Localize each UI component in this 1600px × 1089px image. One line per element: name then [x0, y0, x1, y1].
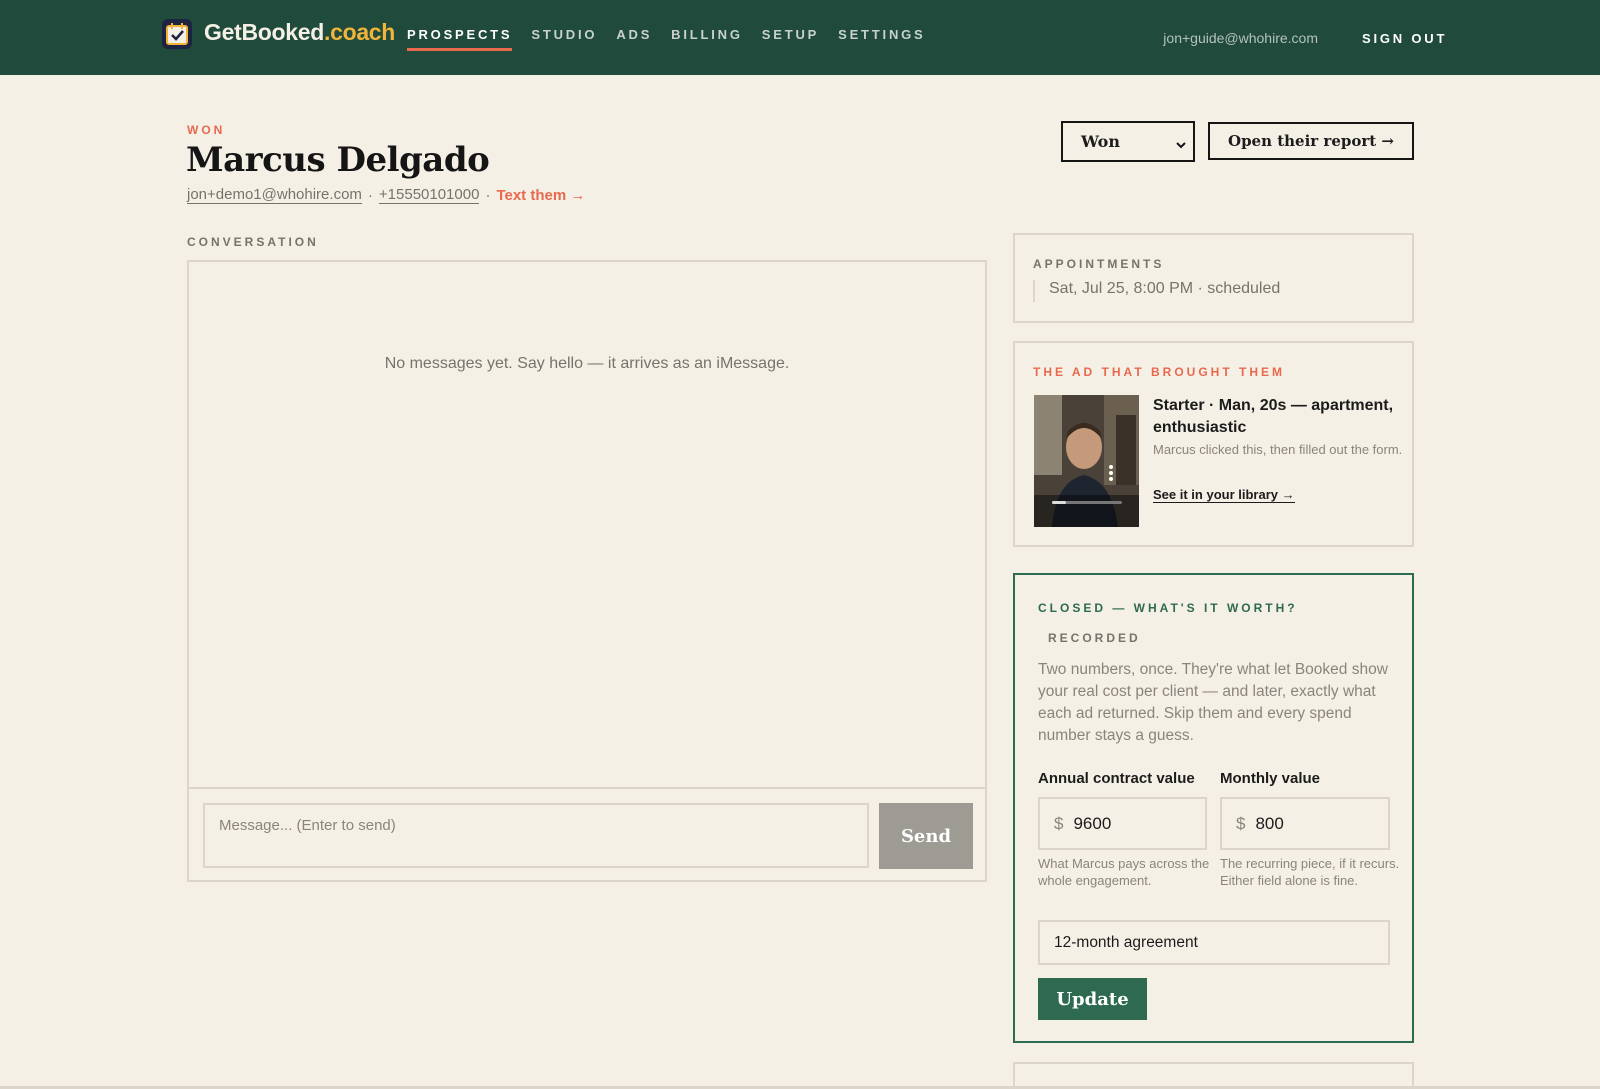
- nav-item-setup[interactable]: SETUP: [762, 27, 819, 51]
- conversation-panel: No messages yet. Say hello — it arrives …: [187, 260, 987, 882]
- page-title: Marcus Delgado: [186, 140, 490, 180]
- monthly-value-help: The recurring piece, if it recurs. Eithe…: [1220, 856, 1400, 888]
- currency-symbol: $: [1054, 813, 1064, 833]
- nav-item-settings[interactable]: SETTINGS: [838, 27, 925, 51]
- worth-label: CLOSED — WHAT'S IT WORTH?: [1038, 601, 1298, 615]
- email-link[interactable]: jon+demo1@whohire.com: [187, 186, 362, 204]
- annual-value: 9600: [1073, 813, 1112, 833]
- worth-description: Two numbers, once. They're what let Book…: [1038, 661, 1388, 744]
- appointments-card: APPOINTMENTS Sat, Jul 25, 8:00 PM · sche…: [1013, 233, 1414, 323]
- contract-value-card: CLOSED — WHAT'S IT WORTH? RECORDED Two n…: [1013, 573, 1414, 1043]
- conversation-label: CONVERSATION: [187, 235, 319, 249]
- appointments-label: APPOINTMENTS: [1033, 257, 1165, 271]
- open-report-button[interactable]: Open their report →: [1208, 122, 1414, 160]
- brand-logo[interactable]: GetBooked.coach: [204, 19, 395, 46]
- annual-value-help: What Marcus pays across the whole engage…: [1038, 856, 1210, 888]
- term-input[interactable]: 12-month agreement: [1038, 920, 1390, 965]
- sign-out-button[interactable]: SIGN OUT: [1362, 31, 1447, 46]
- recorded-badge: RECORDED: [1048, 631, 1141, 645]
- user-email: jon+guide@whohire.com: [1163, 30, 1318, 46]
- appointment-item[interactable]: Sat, Jul 25, 8:00 PM · scheduled: [1033, 280, 1280, 302]
- see-in-library-link[interactable]: See it in your library →: [1153, 487, 1295, 503]
- message-composer: Message... (Enter to send) Send: [189, 787, 985, 880]
- ad-card: THE AD THAT BROUGHT THEM Starter · Man, …: [1013, 341, 1414, 547]
- separator: ·: [367, 186, 373, 204]
- currency-symbol: $: [1236, 813, 1246, 833]
- monthly-value: 800: [1255, 813, 1284, 833]
- update-button[interactable]: Update: [1038, 978, 1147, 1020]
- ad-title: Starter · Man, 20s — apartment, enthusia…: [1153, 397, 1394, 436]
- annual-value-input[interactable]: $ 9600: [1038, 797, 1207, 850]
- phone-link[interactable]: +15550101000: [378, 186, 480, 204]
- nav-item-studio[interactable]: STUDIO: [531, 27, 597, 51]
- top-nav-bar: GetBooked.coach PROSPECTS STUDIO ADS BIL…: [0, 0, 1600, 75]
- message-input[interactable]: Message... (Enter to send): [203, 803, 869, 868]
- chevron-down-icon: [1175, 136, 1187, 155]
- main-nav: PROSPECTS STUDIO ADS BILLING SETUP SETTI…: [407, 27, 945, 51]
- contact-line: jon+demo1@whohire.com · +15550101000 · T…: [187, 186, 585, 204]
- text-them-link[interactable]: Text them →: [496, 187, 585, 204]
- status-tag: WON: [187, 123, 226, 137]
- brand-suffix: .coach: [323, 19, 396, 45]
- annual-value-label: Annual contract value: [1038, 770, 1195, 787]
- nav-item-prospects[interactable]: PROSPECTS: [407, 27, 513, 51]
- status-select-value: Won: [1081, 132, 1120, 151]
- monthly-value-input[interactable]: $ 800: [1220, 797, 1390, 850]
- separator: ·: [485, 186, 491, 204]
- calendar-check-icon: [162, 19, 192, 49]
- monthly-value-label: Monthly value: [1220, 770, 1321, 787]
- status-select[interactable]: Won: [1061, 121, 1195, 162]
- nav-item-ads[interactable]: ADS: [616, 27, 652, 51]
- ad-label: THE AD THAT BROUGHT THEM: [1033, 365, 1285, 379]
- send-button[interactable]: Send: [879, 803, 973, 869]
- ad-description: Marcus clicked this, then filled out the…: [1153, 442, 1403, 457]
- notes-card: [1013, 1062, 1414, 1089]
- brand-name: GetBooked: [204, 19, 324, 45]
- ad-video-thumbnail[interactable]: [1034, 395, 1139, 527]
- nav-item-billing[interactable]: BILLING: [671, 27, 743, 51]
- empty-conversation-message: No messages yet. Say hello — it arrives …: [384, 355, 790, 372]
